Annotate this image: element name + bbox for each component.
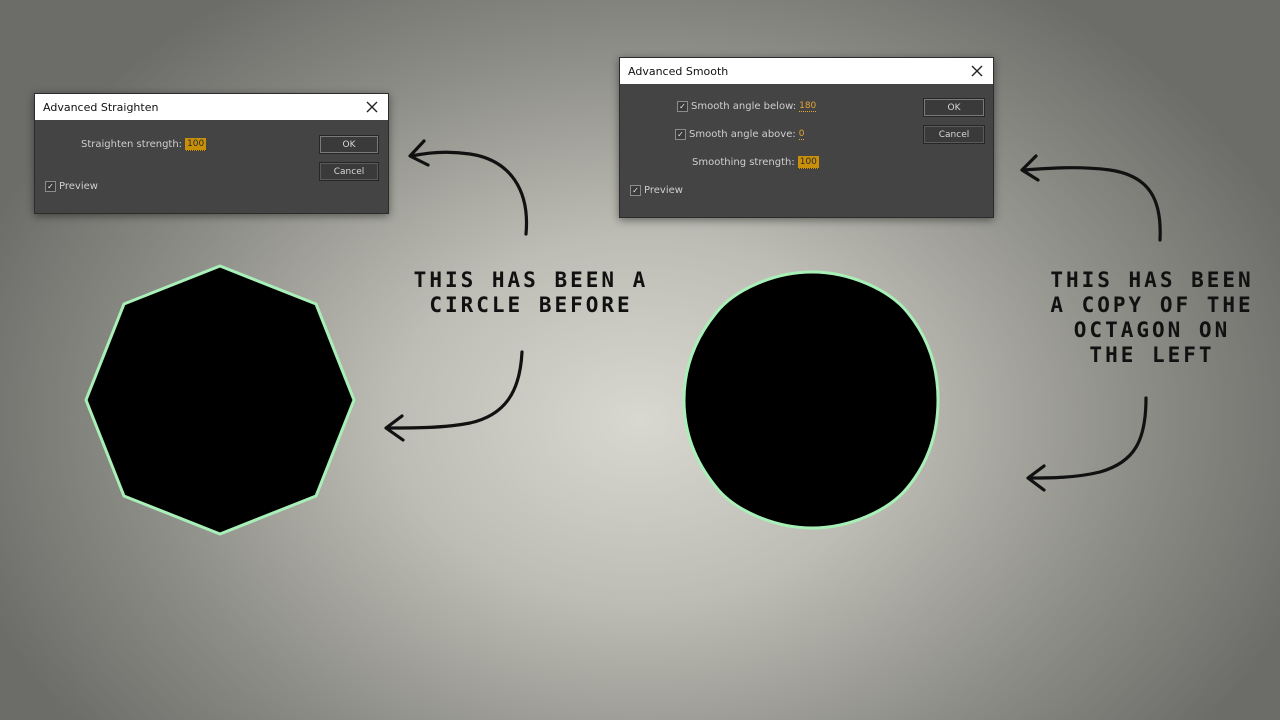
left-annotation-line1: THIS HAS BEEN A (413, 268, 649, 292)
smoothed-octagon-shape (682, 270, 940, 530)
arrow-right-bottom (1028, 396, 1148, 480)
arrow-right-top (1022, 166, 1162, 242)
right-annotation: THIS HAS BEEN A COPY OF THE OCTAGON ON T… (1032, 268, 1272, 368)
octagon-shape (84, 264, 356, 536)
left-annotation-line2: CIRCLE BEFORE (429, 293, 633, 317)
right-annotation-line2: A COPY OF THE (1050, 293, 1254, 317)
right-annotation-line1: THIS HAS BEEN (1050, 268, 1254, 292)
right-annotation-line4: THE LEFT (1089, 343, 1215, 367)
left-annotation: THIS HAS BEEN A CIRCLE BEFORE (396, 268, 666, 318)
arrow-left-bottom (386, 350, 524, 430)
right-annotation-line3: OCTAGON ON (1073, 318, 1231, 342)
